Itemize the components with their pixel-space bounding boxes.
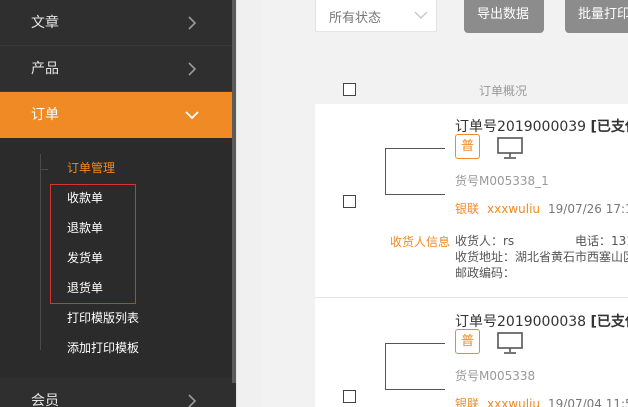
table-row: 订单号2019000039 [已支付 普 货号M005338_1 银联 xxxwu… <box>315 104 628 299</box>
sidebar-menu-label: 文章 <box>31 15 59 31</box>
receiver-phone: 电话：131 <box>575 234 628 248</box>
order-status: [已支付 <box>590 314 628 330</box>
chevron-down-icon <box>185 111 199 120</box>
order-user[interactable]: xxxwuliu <box>487 397 540 407</box>
status-select[interactable]: 所有状态 <box>315 0 437 32</box>
chevron-down-icon <box>414 11 428 19</box>
payment-method: 银联 <box>455 397 480 407</box>
chevron-right-icon <box>188 62 197 76</box>
payment-method: 银联 <box>455 202 480 216</box>
order-table: 订单概况 订单号2019000039 [已支付 普 货号M005338_1 银联… <box>315 74 628 407</box>
main-content: 所有状态 导出数据 批量打印 订单概况 订单号2019000039 [已支付 普… <box>262 0 628 407</box>
sidebar-menu-article[interactable]: 文章 <box>0 0 236 46</box>
row-checkbox[interactable] <box>343 390 356 403</box>
gutter <box>236 0 262 407</box>
submenu-item-order-manage[interactable]: 订单管理 <box>67 156 217 180</box>
order-type-badge: 普 <box>455 329 480 354</box>
table-header-title: 订单概况 <box>479 84 528 98</box>
table-row: 订单号2019000038 [已支付 普 货号M005338 银联 xxxwuli… <box>315 299 628 407</box>
order-number-text: 订单号2019000038 <box>455 314 587 330</box>
receiver-address: 收货地址：湖北省黄石市西塞山区 <box>455 250 628 264</box>
sidebar-menu-member[interactable]: 会员 <box>0 378 236 407</box>
sidebar-menu-label: 产品 <box>31 61 59 77</box>
order-meta: 银联 xxxwuliu 19/07/04 11:5 <box>455 395 628 407</box>
order-number[interactable]: 订单号2019000039 [已支付 <box>455 116 628 136</box>
chevron-right-icon <box>188 394 197 407</box>
receiver-info-link[interactable]: 收货人信息 <box>390 233 450 250</box>
order-sku: 货号M005338 <box>455 369 536 383</box>
monitor-icon <box>497 332 523 354</box>
monitor-icon <box>497 137 523 159</box>
row-checkbox[interactable] <box>343 195 356 208</box>
row-divider <box>315 297 628 298</box>
tree-line <box>40 154 41 350</box>
sidebar-menu-label: 订单 <box>31 107 59 123</box>
export-data-button[interactable]: 导出数据 <box>464 0 544 33</box>
chevron-right-icon <box>188 16 197 30</box>
tree-dash <box>40 169 48 170</box>
order-status: [已支付 <box>590 119 628 135</box>
product-thumbnail[interactable] <box>385 343 445 390</box>
sidebar-menu-label: 会员 <box>31 393 59 407</box>
order-date: 19/07/04 11:5 <box>548 397 628 407</box>
product-thumbnail[interactable] <box>385 148 445 195</box>
order-number[interactable]: 订单号2019000038 [已支付 <box>455 311 628 331</box>
receiver-name: 收货人：rs <box>455 234 515 248</box>
sidebar-menu-order[interactable]: 订单 <box>0 92 236 138</box>
submenu-item-print-template-list[interactable]: 打印模版列表 <box>67 306 217 330</box>
submenu-item-add-print-template[interactable]: 添加打印模板 <box>67 336 217 360</box>
order-meta: 银联 xxxwuliu 19/07/26 17:1 <box>455 200 628 217</box>
order-sku: 货号M005338_1 <box>455 174 549 188</box>
receiver-zip: 邮政编码： <box>455 266 516 280</box>
highlight-box <box>50 184 136 304</box>
order-date: 19/07/26 17:1 <box>548 202 628 216</box>
order-number-text: 订单号2019000039 <box>455 119 587 135</box>
select-all-checkbox[interactable] <box>343 83 356 96</box>
table-header: 订单概况 <box>315 74 628 104</box>
order-user[interactable]: xxxwuliu <box>487 202 540 216</box>
sidebar-menu-product[interactable]: 产品 <box>0 46 236 92</box>
batch-print-button[interactable]: 批量打印 <box>565 0 628 33</box>
status-select-value: 所有状态 <box>329 11 382 26</box>
order-type-badge: 普 <box>455 134 480 159</box>
